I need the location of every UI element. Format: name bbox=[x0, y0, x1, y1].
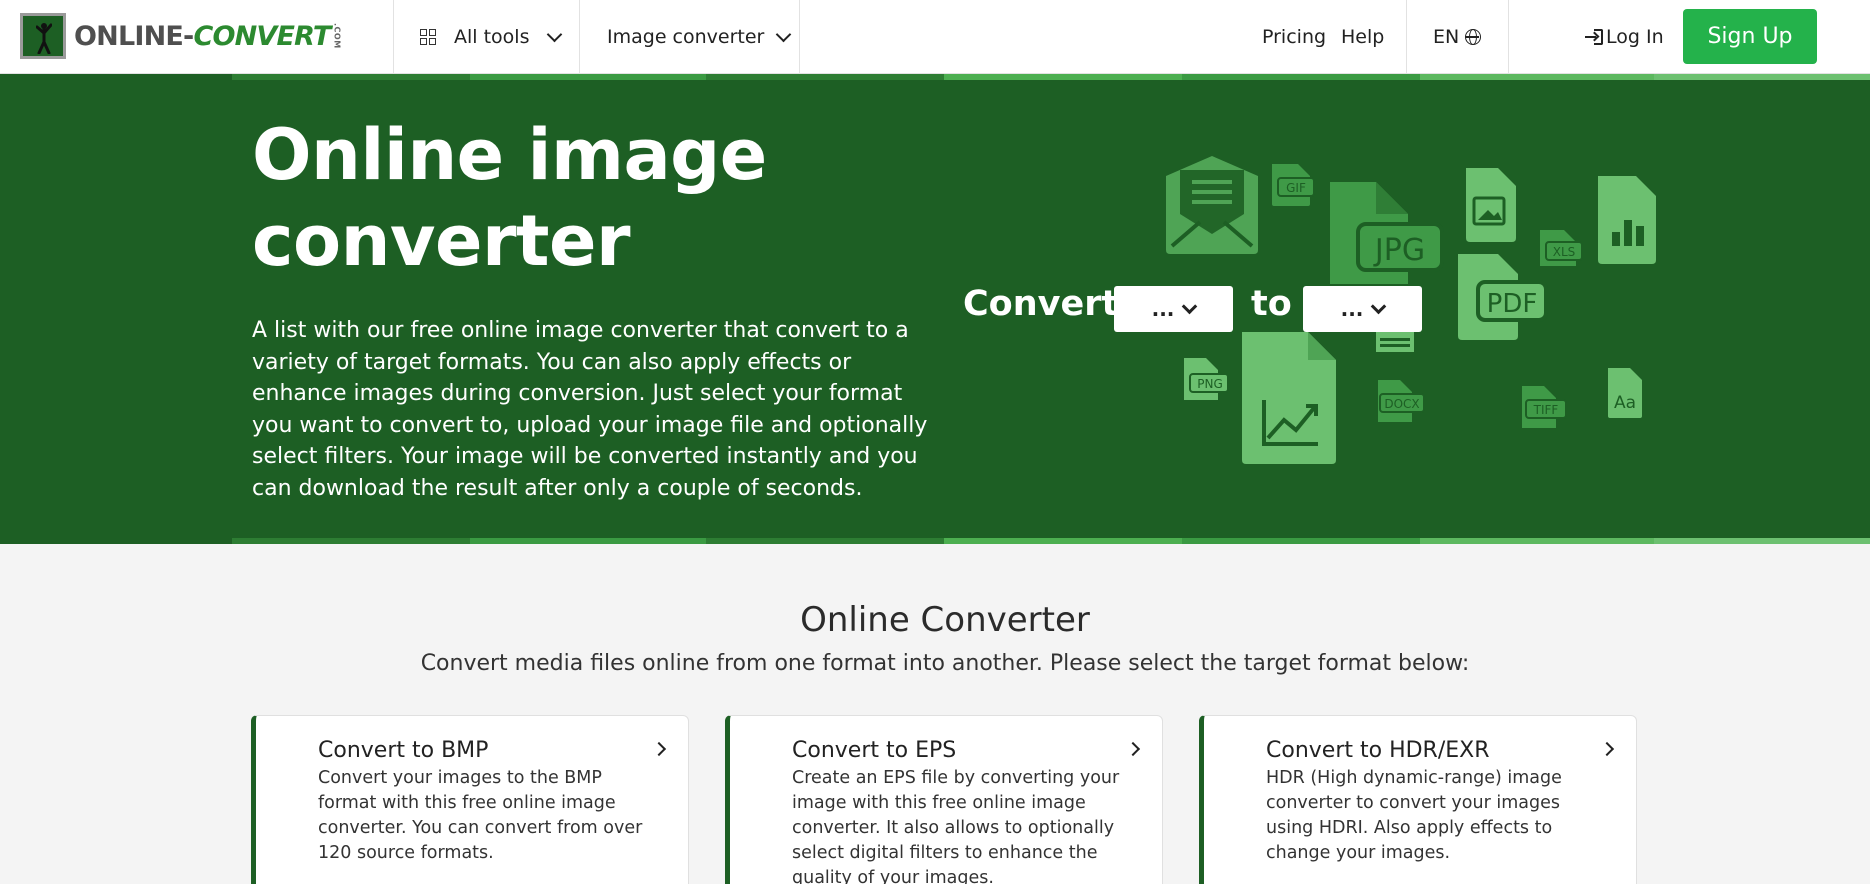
chevron-right-icon bbox=[1125, 741, 1141, 757]
login-link[interactable]: Log In bbox=[1585, 0, 1664, 74]
section-subtitle: Convert media files online from one form… bbox=[420, 651, 1470, 676]
file-format-icons-illustration: GIF JPG XLS PDF PNG DOCX TIFF Aa bbox=[1166, 156, 1656, 464]
chevron-right-icon bbox=[651, 741, 667, 757]
help-link[interactable]: Help bbox=[1341, 0, 1384, 74]
nav-divider bbox=[579, 0, 580, 74]
converter-card-eps[interactable]: Convert to EPS Create an EPS file by con… bbox=[725, 715, 1163, 884]
login-label: Log In bbox=[1606, 26, 1664, 48]
to-label: to bbox=[1251, 284, 1292, 324]
card-title: Convert to BMP bbox=[318, 738, 489, 763]
nav-divider bbox=[393, 0, 394, 74]
image-converter-dropdown[interactable]: Image converter bbox=[607, 0, 792, 74]
logo-wordmark: ONLINE-CONVERT bbox=[74, 20, 331, 52]
pdf-badge-text: PDF bbox=[1487, 289, 1538, 319]
image-converter-label: Image converter bbox=[607, 26, 765, 48]
target-format-value: ... bbox=[1340, 297, 1364, 321]
nav-divider bbox=[799, 0, 800, 74]
all-tools-dropdown[interactable]: All tools bbox=[420, 0, 563, 74]
card-description: HDR (High dynamic-range) image converter… bbox=[1266, 768, 1562, 863]
site-logo[interactable]: ONLINE-CONVERT .COM bbox=[20, 13, 342, 59]
document-file-icon bbox=[1376, 330, 1414, 352]
target-format-select[interactable]: ... bbox=[1303, 286, 1422, 332]
email-icon bbox=[1166, 156, 1258, 254]
converter-card-hdr-exr[interactable]: Convert to HDR/EXR HDR (High dynamic-ran… bbox=[1199, 715, 1637, 884]
chevron-down-icon bbox=[547, 26, 563, 42]
converter-card-bmp[interactable]: Convert to BMP Convert your images to th… bbox=[251, 715, 689, 884]
chevron-down-icon bbox=[776, 26, 792, 42]
login-icon bbox=[1585, 28, 1603, 46]
tiff-badge-text: TIFF bbox=[1533, 403, 1559, 417]
language-label: EN bbox=[1433, 26, 1460, 48]
pricing-link[interactable]: Pricing bbox=[1262, 0, 1326, 74]
xls-badge-text: XLS bbox=[1553, 245, 1576, 259]
logo-mark-icon bbox=[20, 13, 66, 59]
source-format-select[interactable]: ... bbox=[1114, 286, 1233, 332]
card-title: Convert to EPS bbox=[792, 738, 957, 763]
card-title: Convert to HDR/EXR bbox=[1266, 738, 1490, 763]
jpg-badge-text: JPG bbox=[1373, 233, 1425, 268]
top-navbar: ONLINE-CONVERT .COM All tools Image conv… bbox=[0, 0, 1870, 74]
card-description: Create an EPS file by converting your im… bbox=[792, 768, 1120, 884]
all-tools-label: All tools bbox=[454, 26, 530, 48]
signup-button[interactable]: Sign Up bbox=[1683, 9, 1817, 64]
grid-icon bbox=[420, 29, 436, 45]
globe-icon bbox=[1465, 29, 1482, 45]
nav-divider bbox=[1406, 0, 1407, 74]
line-chart-file-icon bbox=[1242, 332, 1336, 464]
language-selector[interactable]: EN bbox=[1433, 0, 1482, 74]
nav-divider bbox=[1508, 0, 1509, 74]
logo-suffix: .COM bbox=[332, 23, 342, 49]
chevron-down-icon bbox=[1371, 298, 1387, 314]
gif-badge-text: GIF bbox=[1286, 181, 1306, 195]
chevron-right-icon bbox=[1599, 741, 1615, 757]
png-badge-text: PNG bbox=[1197, 377, 1223, 391]
font-badge-text: Aa bbox=[1614, 393, 1636, 413]
docx-badge-text: DOCX bbox=[1384, 397, 1419, 411]
bar-chart-file-icon bbox=[1598, 176, 1656, 264]
chevron-down-icon bbox=[1182, 298, 1198, 314]
hero-banner: Online image converter A list with our f… bbox=[0, 74, 1870, 544]
source-format-value: ... bbox=[1151, 297, 1175, 321]
image-file-icon bbox=[1466, 168, 1516, 242]
section-title: Online Converter bbox=[800, 600, 1090, 640]
card-description: Convert your images to the BMP format wi… bbox=[318, 768, 643, 863]
convert-label: Convert bbox=[963, 284, 1119, 324]
